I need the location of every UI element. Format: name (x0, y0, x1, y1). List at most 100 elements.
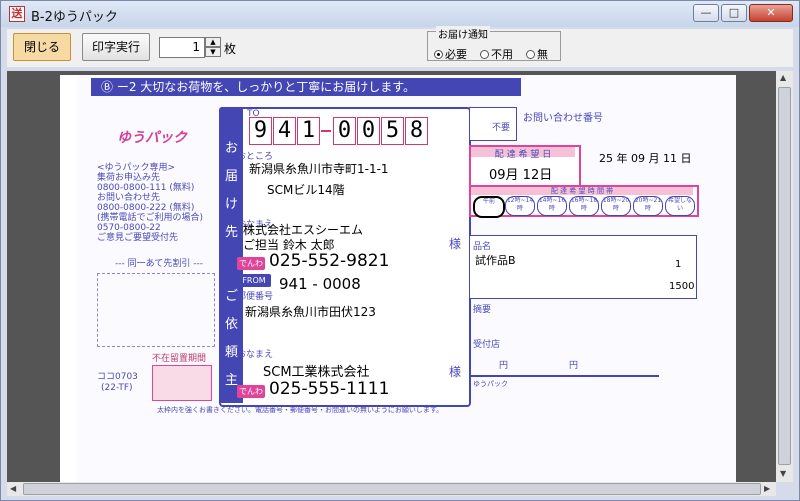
vertical-scrollbar[interactable]: ▲ ▼ (776, 71, 793, 482)
scroll-down-icon[interactable]: ▼ (780, 469, 786, 478)
zip-digit: 1 (297, 117, 320, 145)
time-slot: 18時~20時 (601, 196, 631, 216)
horizontal-scrollbar[interactable]: ◀ ▶ (7, 482, 776, 496)
time-slot: 希望しない (665, 196, 695, 216)
close-icon[interactable]: ✕ (749, 4, 793, 22)
label-paper: Ⓑ ー2 大切なお荷物を、しっかりと丁寧にお届けします。 ゆうパック <ゆうパッ… (60, 75, 736, 482)
info-line: (携帯電話でご利用の場合) (97, 213, 204, 223)
form-code2: (22-TF) (101, 383, 133, 393)
notify-stamp-box: 不要 (469, 107, 517, 141)
to-tel: 025-552-9821 (269, 251, 390, 271)
form-code: ココ0703 (97, 372, 138, 382)
delivery-date-label: 配 達 希 望 日 (471, 147, 575, 160)
notify-legend: お届け通知 (436, 26, 490, 41)
right-foot-text: ゆうパック (473, 380, 508, 388)
brand-logo: ゆうパック (117, 130, 187, 146)
divider (469, 375, 659, 377)
notify-option-label: 無 (537, 48, 548, 61)
yupack-form: Ⓑ ー2 大切なお荷物を、しっかりと丁寧にお届けします。 ゆうパック <ゆうパッ… (77, 75, 736, 482)
time-slot: 12時~14時 (505, 196, 535, 216)
fee-label-1: 円 (499, 361, 509, 371)
info-line: お問い合わせ先 (97, 193, 161, 203)
vertical-label-to: け (225, 197, 239, 212)
close-button[interactable]: 閉じる (13, 33, 71, 61)
from-label: FROM (237, 274, 271, 287)
vertical-label-to: 届 (225, 169, 239, 184)
from-company: SCM工業株式会社 (263, 365, 370, 380)
notify-group: お届け通知 必要 不用 無 (427, 26, 561, 62)
zip-dash (321, 130, 331, 132)
time-band-label: 配 達 希 望 時 間 帯 (471, 187, 693, 195)
time-slot-selected: 午前 (473, 196, 505, 218)
zip-digit: 9 (249, 117, 272, 145)
horizontal-scroll-thumb[interactable] (23, 483, 761, 495)
inquiry-label: お問い合わせ番号 (523, 113, 603, 124)
zip-digit: 0 (357, 117, 380, 145)
application-window: 送 B-2ゆうパック — □ ✕ 閉じる 印字実行 1 ▲ ▼ 枚 お届け通知 … (0, 0, 800, 501)
radio-icon (526, 50, 535, 59)
info-line: 集荷お申込み先 (97, 173, 161, 183)
from-sama: 様 (449, 365, 462, 379)
app-icon: 送 (9, 6, 25, 22)
print-button[interactable]: 印字実行 (82, 33, 150, 61)
scroll-up-icon[interactable]: ▲ (780, 73, 786, 82)
radio-selected-icon (434, 50, 443, 59)
to-tel-icon: でんわ (237, 257, 265, 270)
zip-digit: 4 (273, 117, 296, 145)
print-date: 25 年 09 月 11 日 (599, 152, 692, 165)
vertical-scroll-thumb[interactable] (778, 87, 791, 465)
time-slot: 16時~18時 (569, 196, 599, 216)
to-sama: 様 (449, 237, 462, 251)
scroll-right-icon[interactable]: ▶ (764, 484, 770, 493)
notify-radio-none[interactable]: 無 (526, 46, 548, 62)
discount-area (97, 273, 215, 347)
item-price: 1500 (669, 281, 695, 292)
from-tel-icon: でんわ (237, 385, 265, 398)
zip-digit: 5 (381, 117, 404, 145)
left-info: <ゆうパック専用> 集荷お申込み先 0800-0800-111 (無料) お問い… (97, 163, 203, 243)
info-line: 0800-0800-111 (無料) (97, 183, 195, 193)
info-line: 0800-0800-222 (無料) (97, 203, 195, 213)
window-title: B-2ゆうパック (31, 10, 118, 25)
to-address-1: 新潟県糸魚川市寺町1-1-1 (249, 162, 389, 176)
spin-down-icon[interactable]: ▼ (205, 47, 221, 57)
time-slot: 20時~21時 (633, 196, 663, 216)
discount-title: --- 同一あて先割引 --- (115, 259, 204, 269)
fee-label-2: 円 (569, 361, 579, 371)
notify-option-label: 必要 (445, 48, 467, 61)
holding-label: 不在留置期間 (152, 354, 207, 364)
from-address: 新潟県糸魚川市田伏123 (245, 305, 376, 319)
form-banner: Ⓑ ー2 大切なお荷物を、しっかりと丁寧にお届けします。 (91, 78, 521, 96)
zip-digit: 8 (405, 117, 428, 145)
notify-radio-unneeded[interactable]: 不用 (480, 46, 513, 62)
preview-viewport: Ⓑ ー2 大切なお荷物を、しっかりと丁寧にお届けします。 ゆうパック <ゆうパッ… (7, 71, 776, 482)
to-address-2: SCMビル14階 (267, 183, 345, 197)
info-line: <ゆうパック専用> (97, 163, 176, 173)
radio-icon (480, 50, 489, 59)
info-line: 0570-0800-22 (97, 223, 161, 233)
minimize-icon[interactable]: — (693, 4, 719, 22)
time-slot: 14時~16時 (537, 196, 567, 216)
from-tel: 025-555-1111 (269, 379, 390, 399)
delivery-date-value: 09月 12日 (489, 168, 553, 183)
notify-stamp-text: 不要 (492, 123, 511, 133)
zip-digit: 0 (333, 117, 356, 145)
notify-option-label: 不用 (491, 48, 513, 61)
scroll-left-icon[interactable]: ◀ (10, 484, 16, 493)
copies-input[interactable]: 1 (159, 37, 205, 58)
holding-box (152, 365, 212, 401)
from-name-label: おなまえ (237, 350, 274, 360)
item-count: 1 (675, 259, 682, 270)
vertical-label-from: 主 (225, 373, 239, 388)
summary-label: 摘要 (473, 305, 492, 315)
spin-up-icon[interactable]: ▲ (205, 37, 221, 47)
item-value: 試作品B (475, 254, 516, 267)
receipt-label: 受付店 (473, 340, 501, 350)
from-zip-label: 郵便番号 (237, 292, 274, 302)
item-label: 品名 (473, 242, 492, 252)
copies-unit: 枚 (224, 42, 237, 56)
maximize-icon[interactable]: □ (721, 4, 747, 22)
notify-radio-required[interactable]: 必要 (434, 46, 467, 62)
vertical-label-from: 依 (225, 317, 239, 332)
title-bar: 送 B-2ゆうパック — □ ✕ (1, 1, 799, 27)
